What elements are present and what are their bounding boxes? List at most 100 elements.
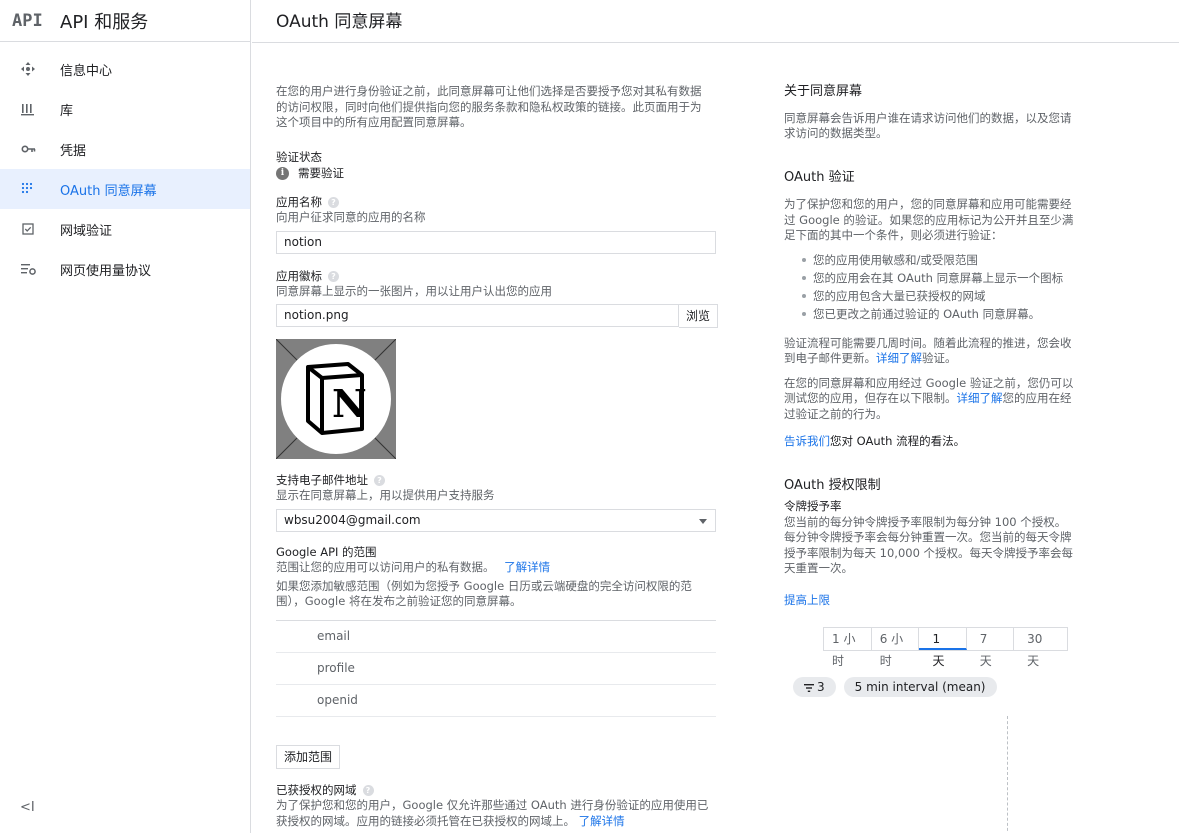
filter-count: 3	[817, 680, 825, 694]
interval-chip[interactable]: 5 min interval (mean)	[843, 677, 997, 697]
range-7d[interactable]: 7 天	[967, 628, 1015, 668]
app-name-description: 向用户征求同意的应用的名称	[276, 210, 426, 224]
key-icon	[20, 141, 36, 157]
range-6h[interactable]: 6 小时	[872, 628, 920, 668]
verification-status-value: 需要验证	[298, 166, 344, 180]
scope-row: profile	[276, 653, 716, 685]
process-tail: 验证。	[922, 351, 957, 365]
sidebar-item-dashboard[interactable]: 信息中心	[0, 49, 250, 89]
support-email-select[interactable]: wbsu2004@gmail.com	[276, 508, 716, 532]
app-logo-preview: N	[276, 338, 396, 459]
help-icon[interactable]: ?	[328, 196, 339, 208]
rate-title: 令牌授予率	[784, 499, 842, 513]
app-name-section: 应用名称? 向用户征求同意的应用的名称 notion	[276, 195, 718, 254]
sidebar-item-label: 凭据	[60, 143, 87, 159]
sidebar-item-label: OAuth 同意屏幕	[60, 183, 157, 199]
before-learn-more-link[interactable]: 详细了解	[957, 391, 1003, 405]
app-logo-file-input[interactable]: notion.png	[276, 303, 679, 327]
help-icon[interactable]: ?	[328, 270, 339, 282]
consent-form: 在您的用户进行身份验证之前，此同意屏幕可让他们选择是否要授予您对其私有数据的访问…	[276, 84, 718, 829]
sidebar-item-label: 网域验证	[60, 223, 113, 239]
time-range-selector: 1 小时 6 小时 1 天 7 天 30 天	[823, 627, 1068, 668]
support-email-value: wbsu2004@gmail.com	[284, 512, 421, 527]
sidebar: API API 和服务 信息中心 库 凭据 OAuth 同意屏幕 网域验证 网页…	[0, 0, 251, 833]
range-30d[interactable]: 30 天	[1014, 628, 1067, 668]
filter-icon	[804, 678, 814, 698]
notion-logo-letter: N	[332, 380, 367, 426]
add-scope-button[interactable]: 添加范围	[276, 744, 341, 769]
raise-limit-link[interactable]: 提高上限	[784, 593, 830, 607]
authorized-domains-label: 已获授权的网域	[276, 782, 357, 797]
help-icon[interactable]: ?	[374, 474, 385, 486]
sidebar-item-usage-agreement[interactable]: 网页使用量协议	[0, 249, 250, 289]
info-icon: i	[276, 167, 289, 181]
sidebar-item-domain-verification[interactable]: 网域验证	[0, 209, 250, 249]
scope-list: email profile openid	[276, 619, 716, 717]
help-icon[interactable]: ?	[362, 784, 374, 796]
range-1d[interactable]: 1 天	[919, 628, 967, 668]
process-learn-more-link[interactable]: 详细了解	[876, 351, 922, 365]
dashboard-icon	[20, 61, 36, 77]
product-title[interactable]: API 和服务	[60, 8, 148, 34]
api-logo: API	[12, 10, 43, 31]
support-email-section: 支持电子邮件地址? 显示在同意屏幕上，用以提供用户支持服务 wbsu2004@g…	[276, 473, 718, 532]
support-email-label: 支持电子邮件地址	[276, 472, 368, 487]
app-name-label: 应用名称	[276, 194, 322, 209]
oauth-verification-text: 为了保护您和您的用户，您的同意屏幕和应用可能需要经过 Google 的验证。如果…	[784, 197, 1074, 242]
support-email-description: 显示在同意屏幕上，用以提供用户支持服务	[276, 488, 495, 502]
app-logo-label: 应用徽标	[276, 268, 322, 283]
verification-conditions-list: 您的应用使用敏感和/或受限范围 您的应用会在其 OAuth 同意屏幕上显示一个图…	[784, 251, 1074, 323]
oauth-verification-title: OAuth 验证	[784, 169, 855, 185]
settings-list-icon	[20, 261, 36, 277]
rate-text: 您当前的每分钟令牌授予率限制为每分钟 100 个授权。每分钟令牌授予率会每分钟重…	[784, 514, 1074, 576]
domains-learn-more-link[interactable]: 了解详情	[579, 814, 625, 828]
sidebar-item-label: 网页使用量协议	[60, 263, 152, 279]
feedback-link[interactable]: 告诉我们	[784, 434, 830, 448]
scope-row: openid	[276, 685, 716, 717]
about-text: 同意屏幕会告诉用户谁在请求访问他们的数据，以及您请求访问的数据类型。	[784, 110, 1072, 141]
api-scopes-section: Google API 的范围 范围让您的应用可以访问用户的私有数据。 了解详情 …	[276, 545, 718, 769]
verification-status-label: 验证状态	[276, 149, 322, 164]
authorized-domains-section: 已获授权的网域? 为了保护您和您的用户，Google 仅允许那些通过 OAuth…	[276, 783, 718, 830]
intro-text: 在您的用户进行身份验证之前，此同意屏幕可让他们选择是否要授予您对其私有数据的访问…	[276, 84, 702, 129]
list-item: 您的应用使用敏感和/或受限范围	[784, 251, 1074, 269]
sidebar-nav: 信息中心 库 凭据 OAuth 同意屏幕 网域验证 网页使用量协议	[0, 49, 250, 289]
consent-grid-icon	[20, 181, 36, 197]
sidebar-item-credentials[interactable]: 凭据	[0, 129, 250, 169]
list-item: 您的应用会在其 OAuth 同意屏幕上显示一个图标	[784, 269, 1074, 287]
list-item: 您的应用包含大量已获授权的网域	[784, 287, 1074, 305]
list-item: 您已更改之前通过验证的 OAuth 同意屏幕。	[784, 305, 1074, 323]
sidebar-item-oauth-consent[interactable]: OAuth 同意屏幕	[0, 169, 250, 209]
sensitive-scope-note: 如果您添加敏感范围（例如为您授予 Google 日历或云端硬盘的完全访问权限的范…	[276, 578, 692, 609]
app-logo-section: 应用徽标? 同意屏幕上显示的一张图片，用以让用户认出您的应用 notion.pn…	[276, 269, 718, 459]
sidebar-item-label: 信息中心	[60, 63, 113, 79]
before-verification-paragraph: 在您的同意屏幕和应用经过 Google 验证之前，您仍可以测试您的应用，但存在以…	[784, 376, 1074, 423]
sidebar-item-library[interactable]: 库	[0, 89, 250, 129]
authorized-domains-description: 为了保护您和您的用户，Google 仅允许那些通过 OAuth 进行身份验证的应…	[276, 798, 709, 828]
collapse-sidebar-button[interactable]: <I	[20, 800, 35, 815]
sidebar-item-label: 库	[60, 103, 74, 119]
page-title: OAuth 同意屏幕	[276, 12, 403, 32]
chart-controls: 3 5 min interval (mean)	[793, 677, 1074, 697]
api-scopes-label: Google API 的范围	[276, 544, 377, 559]
app-name-input[interactable]: notion	[276, 230, 716, 254]
verification-status-section: 验证状态 i 需要验证	[276, 150, 718, 182]
range-1h[interactable]: 1 小时	[824, 628, 872, 668]
about-title: 关于同意屏幕	[784, 84, 863, 99]
dropdown-arrow-icon	[699, 518, 707, 524]
top-bar: OAuth 同意屏幕	[252, 0, 1179, 43]
app-logo-description: 同意屏幕上显示的一张图片，用以让用户认出您的应用	[276, 284, 552, 298]
scope-row: email	[276, 621, 716, 653]
chart-divider	[1007, 716, 1008, 833]
browse-button[interactable]: 浏览	[678, 303, 718, 328]
info-panel: 关于同意屏幕 同意屏幕会告诉用户谁在请求访问他们的数据，以及您请求访问的数据类型…	[784, 84, 1074, 833]
filter-chip[interactable]: 3	[793, 677, 836, 697]
process-paragraph: 验证流程可能需要几周时间。随着此流程的推进，您会收到电子邮件更新。详细了解验证。	[784, 336, 1074, 367]
library-icon	[20, 101, 36, 117]
scopes-learn-more-link[interactable]: 了解详情	[504, 560, 550, 574]
checkbox-icon	[20, 221, 36, 237]
feedback-paragraph: 告诉我们您对 OAuth 流程的看法。	[784, 434, 1074, 450]
sidebar-header: API API 和服务	[0, 0, 250, 42]
api-scopes-description: 范围让您的应用可以访问用户的私有数据。	[276, 560, 495, 574]
limits-title: OAuth 授权限制	[784, 477, 881, 493]
